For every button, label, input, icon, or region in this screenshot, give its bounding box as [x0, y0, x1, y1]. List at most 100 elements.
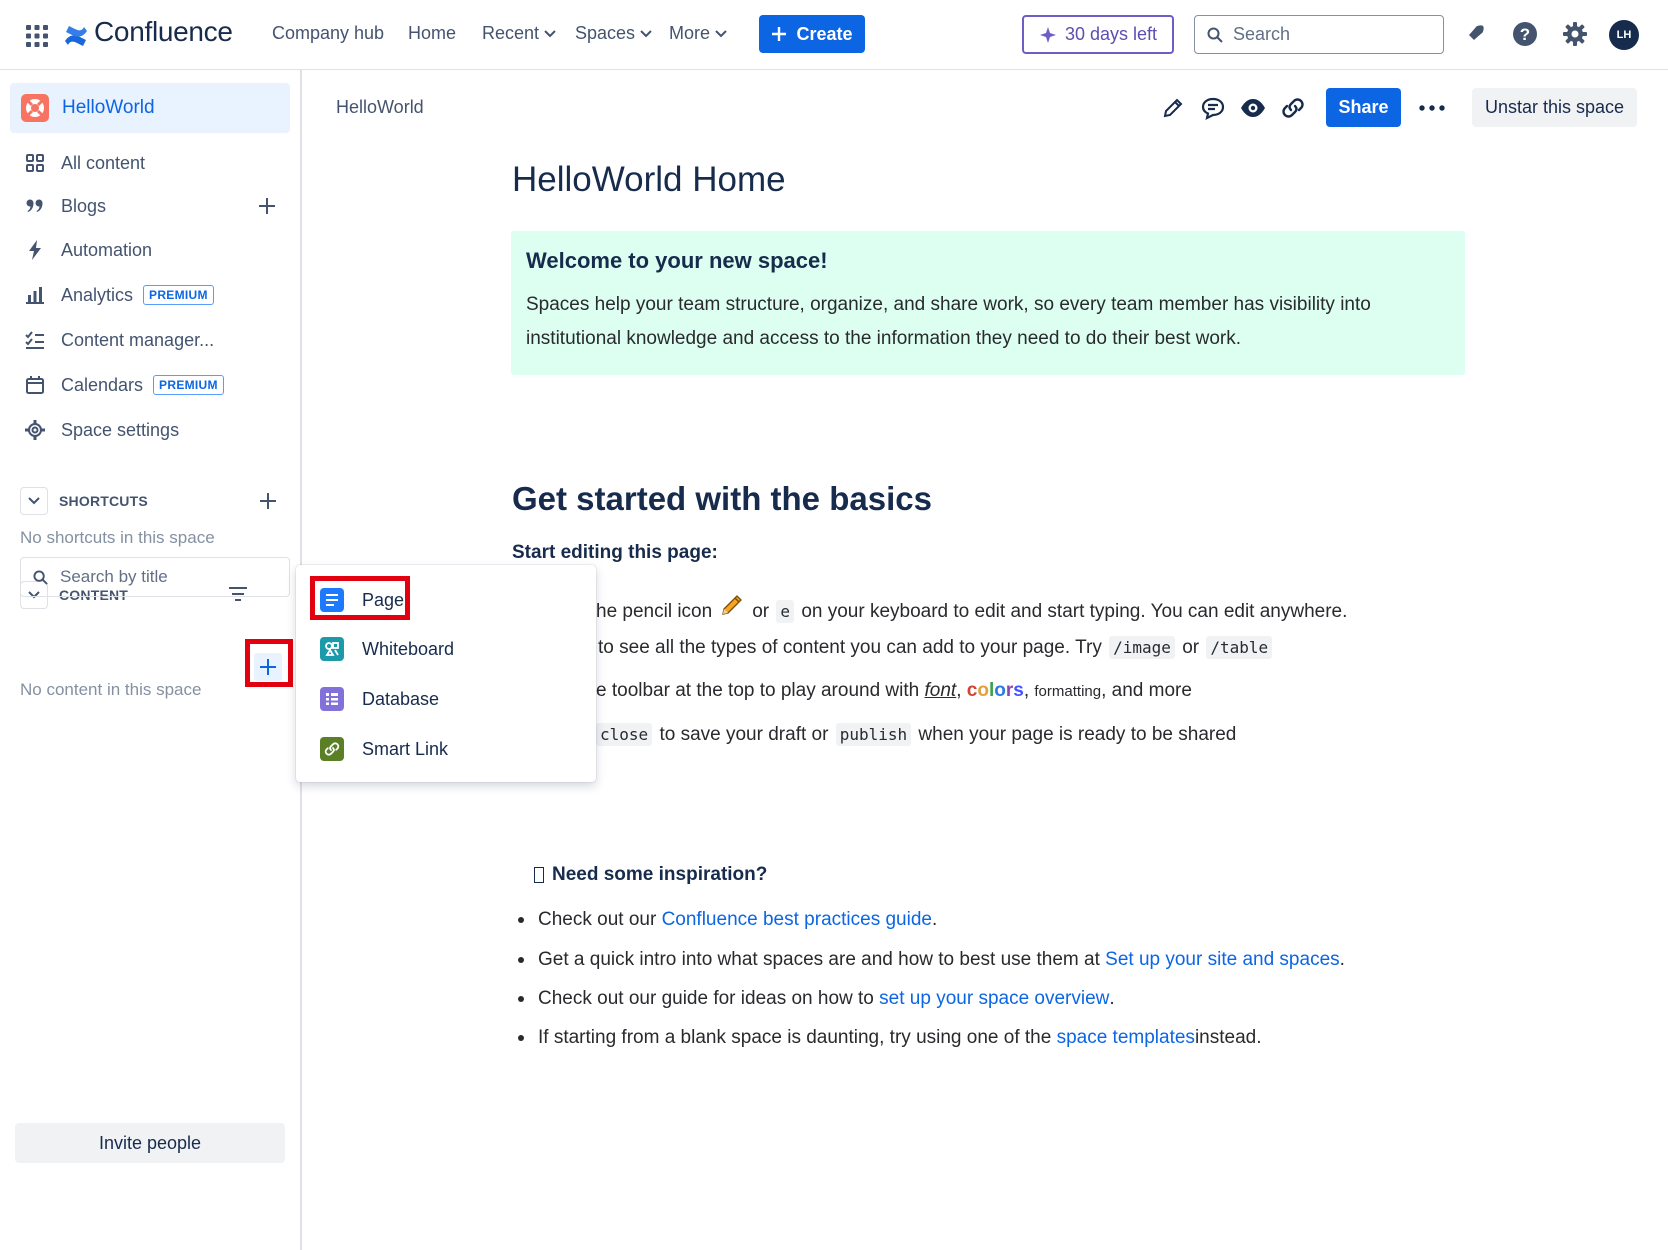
edit-pencil-icon[interactable] [1157, 92, 1189, 124]
whiteboard-icon [320, 637, 344, 661]
lightning-icon [24, 239, 46, 261]
menu-item-label: Database [362, 688, 440, 709]
sidebar-item-label: Automation [61, 239, 153, 260]
sidebar-item-label: Analytics [61, 284, 134, 305]
sidebar-item-label: Space settings [61, 419, 180, 440]
space-templates-link[interactable]: space templates [1057, 1027, 1195, 1049]
chevron-down-icon [544, 29, 556, 37]
space-overview-link[interactable]: set up your space overview [879, 988, 1109, 1010]
colors-word: colors [966, 680, 1024, 701]
space-lifebuoy-icon [21, 94, 49, 122]
app-switcher-icon[interactable] [26, 25, 48, 47]
highlight-box-add-content [245, 639, 293, 687]
svg-text:?: ? [1520, 25, 1530, 44]
section-heading: Get started with the basics [512, 480, 932, 517]
space-header[interactable]: HelloWorld [10, 83, 290, 133]
instruction-line-2: to see all the types of content you can … [598, 636, 1274, 659]
instruction-line-3: e toolbar at the top to play around with… [596, 680, 1192, 701]
smart-link-icon [320, 737, 344, 761]
calendar-icon [24, 374, 46, 396]
checklist-icon [24, 329, 46, 351]
sidebar-item-analytics[interactable]: Analytics PREMIUM [10, 275, 290, 315]
shortcuts-section-header: SHORTCUTS [20, 486, 290, 516]
instruction-line-4: close to save your draft or publish when… [594, 723, 1236, 746]
nav-recent[interactable]: Recent [482, 23, 556, 44]
page-title: HelloWorld Home [512, 160, 786, 199]
add-blog-plus-icon[interactable] [256, 195, 278, 217]
plus-icon [772, 27, 787, 41]
confluence-logo-icon[interactable] [64, 25, 88, 47]
trial-days-button[interactable]: 30 days left [1022, 15, 1174, 54]
global-search[interactable] [1194, 15, 1444, 54]
sidebar-item-calendars[interactable]: Calendars PREMIUM [10, 365, 290, 405]
sidebar-item-space-settings[interactable]: Space settings [10, 410, 290, 450]
help-icon[interactable]: ? [1510, 19, 1540, 49]
best-practices-link[interactable]: Confluence best practices guide [662, 909, 932, 931]
copy-link-icon[interactable] [1277, 92, 1309, 124]
set-up-site-link[interactable]: Set up your site and spaces [1105, 949, 1339, 971]
sidebar-item-all-content[interactable]: All content [10, 143, 290, 183]
list-item: Check out our Confluence best practices … [518, 909, 937, 931]
create-button[interactable]: Create [759, 15, 865, 53]
instruction-line-1: he pencil icon or e on your keyboard to … [596, 593, 1347, 623]
pencil-emoji-icon [720, 593, 744, 617]
content-search-input[interactable] [60, 567, 280, 587]
content-search-field[interactable] [20, 557, 290, 597]
settings-gear-icon[interactable] [1560, 19, 1590, 49]
grid-icon [24, 152, 46, 174]
nav-home[interactable]: Home [408, 23, 456, 44]
panel-title: Welcome to your new space! [526, 248, 828, 273]
quote-icon [24, 195, 46, 217]
invite-people-button[interactable]: Invite people [15, 1123, 285, 1163]
breadcrumb-space[interactable]: HelloWorld [336, 97, 424, 118]
nav-company-hub[interactable]: Company hub [272, 23, 384, 44]
nav-more[interactable]: More [669, 23, 727, 44]
database-icon [320, 687, 344, 711]
create-label: Create [796, 23, 853, 44]
nav-spaces[interactable]: Spaces [575, 23, 652, 44]
menu-item-smart-link[interactable]: Smart Link [296, 725, 596, 773]
share-button[interactable]: Share [1326, 88, 1401, 127]
space-name: HelloWorld [62, 97, 155, 118]
search-icon [33, 569, 48, 585]
space-sidebar: HelloWorld All content Blogs Automation … [0, 70, 302, 1250]
product-name[interactable]: Confluence [94, 16, 233, 48]
menu-item-label: Whiteboard [362, 638, 455, 659]
panel-body: Spaces help your team structure, organiz… [526, 294, 1371, 349]
sidebar-item-label: All content [61, 152, 146, 173]
missing-glyph-icon [534, 867, 544, 883]
sidebar-item-content-manager[interactable]: Content manager... [10, 320, 290, 360]
sparkle-icon [1039, 26, 1056, 43]
trial-label: 30 days left [1064, 24, 1158, 44]
shortcuts-title: SHORTCUTS [59, 493, 148, 509]
shortcuts-empty-text: No shortcuts in this space [20, 528, 215, 547]
comment-icon[interactable] [1197, 92, 1229, 124]
menu-item-label: Smart Link [362, 738, 449, 759]
top-navigation-bar: Confluence Company hub Home Recent Space… [0, 0, 1668, 70]
search-icon [1207, 27, 1223, 43]
content-empty-text: No content in this space [20, 680, 202, 699]
list-item: Check out our guide for ideas on how to … [518, 988, 1115, 1010]
notifications-icon[interactable] [1460, 19, 1490, 49]
gear-icon [24, 419, 46, 441]
bar-chart-icon [24, 284, 46, 306]
highlight-box-page [310, 576, 410, 620]
more-actions-ellipsis-icon[interactable] [1416, 92, 1448, 124]
user-avatar[interactable]: LH [1609, 20, 1639, 50]
search-input[interactable] [1233, 24, 1423, 45]
menu-item-database[interactable]: Database [296, 675, 596, 723]
list-item: If starting from a blank space is daunti… [518, 1027, 1261, 1049]
shortcuts-collapse-chevron-icon[interactable] [20, 487, 48, 515]
watch-eye-icon[interactable] [1237, 92, 1269, 124]
sidebar-item-automation[interactable]: Automation [10, 230, 290, 270]
sidebar-item-label: Calendars [61, 374, 144, 395]
sidebar-item-blogs[interactable]: Blogs [10, 186, 290, 226]
sidebar-item-label: Content manager... [61, 329, 215, 350]
chevron-down-icon [640, 29, 652, 37]
welcome-panel: Welcome to your new space! Spaces help y… [511, 231, 1465, 375]
add-shortcut-plus-icon[interactable] [260, 493, 276, 509]
inspiration-heading: Need some inspiration? [534, 864, 767, 886]
unstar-space-button[interactable]: Unstar this space [1472, 88, 1637, 127]
menu-item-whiteboard[interactable]: Whiteboard [296, 625, 596, 673]
sidebar-item-label: Blogs [61, 195, 107, 216]
